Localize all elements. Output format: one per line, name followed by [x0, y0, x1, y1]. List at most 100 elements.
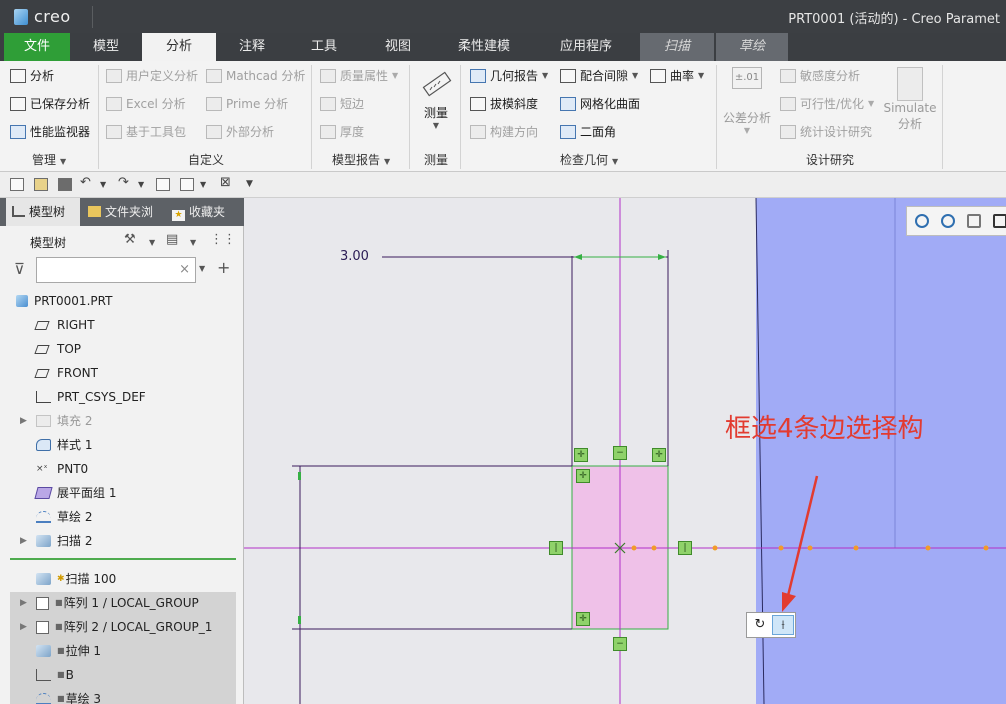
open-folder-icon[interactable]	[34, 178, 48, 191]
drag-handle-icon[interactable]: ✛	[574, 448, 588, 462]
tree-show-icon[interactable]: ▤	[166, 232, 178, 247]
tab-favorites[interactable]: ★ 收藏夹	[166, 198, 240, 226]
draft-button[interactable]: 拔模斜度	[470, 94, 538, 114]
prime-analysis-button[interactable]: Prime 分析	[206, 94, 288, 114]
tree-item-front[interactable]: FRONT	[34, 362, 98, 384]
short-edge-button[interactable]: 短边	[320, 94, 364, 114]
drag-handle-icon[interactable]: ✛	[576, 469, 590, 483]
tab-folder-browser[interactable]: 文件夹浏	[82, 198, 162, 226]
expand-arrow-icon[interactable]: ▶	[20, 622, 27, 632]
tab-annotate[interactable]: 注释	[216, 33, 288, 61]
save-icon[interactable]	[58, 178, 72, 191]
chevron-down-icon[interactable]: ▼	[138, 180, 144, 189]
chevron-down-icon[interactable]: ▼	[190, 238, 196, 247]
statistical-design-study-button[interactable]: 统计设计研究	[780, 122, 872, 142]
tree-item-sketch-2[interactable]: 草绘 2	[36, 506, 92, 528]
redo-icon[interactable]: ↷	[118, 175, 129, 190]
geometry-report-button[interactable]: 几何报告 ▼	[470, 66, 548, 86]
expand-arrow-icon[interactable]: ▶	[20, 416, 27, 426]
chevron-down-icon[interactable]: ▼	[149, 238, 155, 247]
tree-item-fill[interactable]: 填充 2	[36, 410, 92, 432]
saved-analysis-button[interactable]: 已保存分析	[10, 94, 90, 114]
tree-item-datum-b[interactable]: ■ B	[36, 664, 74, 686]
group-check-geometry[interactable]: 检查几何 ▼	[560, 151, 618, 168]
tolerance-analysis-button[interactable]: ±.01 公差分析 ▼	[722, 67, 772, 135]
tab-model-tree[interactable]: 模型树	[6, 198, 80, 226]
thickness-button[interactable]: 厚度	[320, 122, 364, 142]
mathcad-analysis-button[interactable]: Mathcad 分析	[206, 66, 305, 86]
tree-filter-input[interactable]: ×	[36, 257, 196, 283]
performance-monitor-button[interactable]: 性能监视器	[10, 122, 90, 142]
tree-item-top[interactable]: TOP	[34, 338, 81, 360]
expand-arrow-icon[interactable]: ▶	[20, 536, 27, 546]
tree-item-right[interactable]: RIGHT	[34, 314, 95, 336]
tree-settings-icon[interactable]: ⚒	[124, 232, 136, 247]
tree-item-point[interactable]: ×ˣ PNT0	[36, 458, 88, 480]
tab-applications[interactable]: 应用程序	[532, 33, 640, 61]
filter-icon[interactable]: ⊽	[14, 260, 25, 278]
windows-icon[interactable]	[180, 178, 194, 191]
tree-item-sweep-100[interactable]: ✱ 扫描 100	[36, 568, 116, 590]
external-analysis-button[interactable]: 外部分析	[206, 122, 274, 142]
new-file-icon[interactable]	[10, 178, 24, 191]
chevron-down-icon[interactable]: ▼	[200, 180, 206, 189]
measure-button[interactable]: 测量 ▼	[414, 67, 458, 130]
tab-sweep[interactable]: 扫描	[640, 33, 714, 61]
drag-handle-icon[interactable]: −	[613, 446, 627, 460]
simulate-analysis-button[interactable]: Simulate 分析	[880, 67, 940, 132]
dihedral-angle-button[interactable]: 二面角	[560, 122, 616, 142]
drag-handle-icon[interactable]: ✛	[576, 612, 590, 626]
chevron-down-icon[interactable]: ▼	[100, 180, 106, 189]
tree-item-sweep-2[interactable]: 扫描 2	[36, 530, 92, 552]
tab-file[interactable]: 文件	[4, 33, 70, 61]
tab-view[interactable]: 视图	[360, 33, 436, 61]
tree-item-pattern-2[interactable]: ■ 阵列 2 / LOCAL_GROUP_1	[36, 616, 212, 638]
dimension-value[interactable]: 3.00	[340, 249, 369, 264]
tree-item-part[interactable]: PRT0001.PRT	[16, 290, 112, 312]
zoom-in-icon[interactable]	[915, 214, 929, 228]
tab-tools[interactable]: 工具	[288, 33, 360, 61]
regenerate-icon[interactable]	[156, 178, 170, 191]
mesh-surface-button[interactable]: 网格化曲面	[560, 94, 640, 114]
curvature-button[interactable]: 曲率 ▼	[650, 66, 704, 86]
tree-item-pattern-1[interactable]: ■ 阵列 1 / LOCAL_GROUP	[36, 592, 199, 614]
view-orientation-icon[interactable]	[993, 214, 1006, 228]
drag-handle-icon[interactable]: |	[678, 541, 692, 555]
customize-toolbar-icon[interactable]: ▼	[246, 179, 253, 189]
drag-handle-icon[interactable]: −	[613, 637, 627, 651]
tree-item-flatten[interactable]: 展平面组 1	[34, 482, 116, 504]
tree-item-style[interactable]: 样式 1	[36, 434, 92, 456]
refit-icon[interactable]	[967, 214, 981, 228]
analysis-button[interactable]: 分析	[10, 66, 54, 86]
undo-icon[interactable]: ↶	[80, 175, 91, 190]
group-model-report[interactable]: 模型报告 ▼	[332, 151, 390, 168]
tree-item-sketch-3[interactable]: ■ 草绘 3	[36, 688, 101, 704]
build-direction-button[interactable]: 构建方向	[470, 122, 538, 142]
tab-analysis[interactable]: 分析	[142, 33, 216, 61]
tab-sketch[interactable]: 草绘	[716, 33, 788, 61]
rotate-icon[interactable]: ↻	[749, 615, 771, 635]
excel-analysis-button[interactable]: Excel 分析	[106, 94, 186, 114]
group-manage[interactable]: 管理 ▼	[32, 151, 66, 168]
add-icon[interactable]: +	[217, 258, 230, 277]
user-defined-analysis-button[interactable]: 用户定义分析	[106, 66, 198, 86]
tree-columns-icon[interactable]: ⋮⋮	[210, 232, 236, 247]
tab-model[interactable]: 模型	[70, 33, 142, 61]
zoom-out-icon[interactable]	[941, 214, 955, 228]
clearance-button[interactable]: 配合间隙 ▼	[560, 66, 638, 86]
tree-item-extrude[interactable]: ■ 拉伸 1	[36, 640, 101, 662]
construction-toggle-icon[interactable]: ⟊	[772, 615, 794, 635]
tab-flexible-modeling[interactable]: 柔性建模	[436, 33, 532, 61]
tree-item-csys[interactable]: PRT_CSYS_DEF	[36, 386, 146, 408]
mass-properties-button[interactable]: 质量属性 ▼	[320, 66, 398, 86]
toolkit-based-button[interactable]: 基于工具包	[106, 122, 186, 142]
expand-arrow-icon[interactable]: ▶	[20, 598, 27, 608]
graphics-area[interactable]: ✛ − ✛ ✛ | | ✛ − 3.00 框选4条边选择构 ↻ ⟊	[244, 198, 1006, 704]
drag-handle-icon[interactable]: ✛	[652, 448, 666, 462]
drag-handle-icon[interactable]: |	[549, 541, 563, 555]
feasibility-optimization-button[interactable]: 可行性/优化 ▼	[780, 94, 874, 114]
clear-icon[interactable]: ×	[179, 262, 190, 277]
chevron-down-icon[interactable]: ▼	[199, 264, 205, 273]
close-window-icon[interactable]: ⊠	[220, 175, 231, 190]
sensitivity-analysis-button[interactable]: 敏感度分析	[780, 66, 860, 86]
